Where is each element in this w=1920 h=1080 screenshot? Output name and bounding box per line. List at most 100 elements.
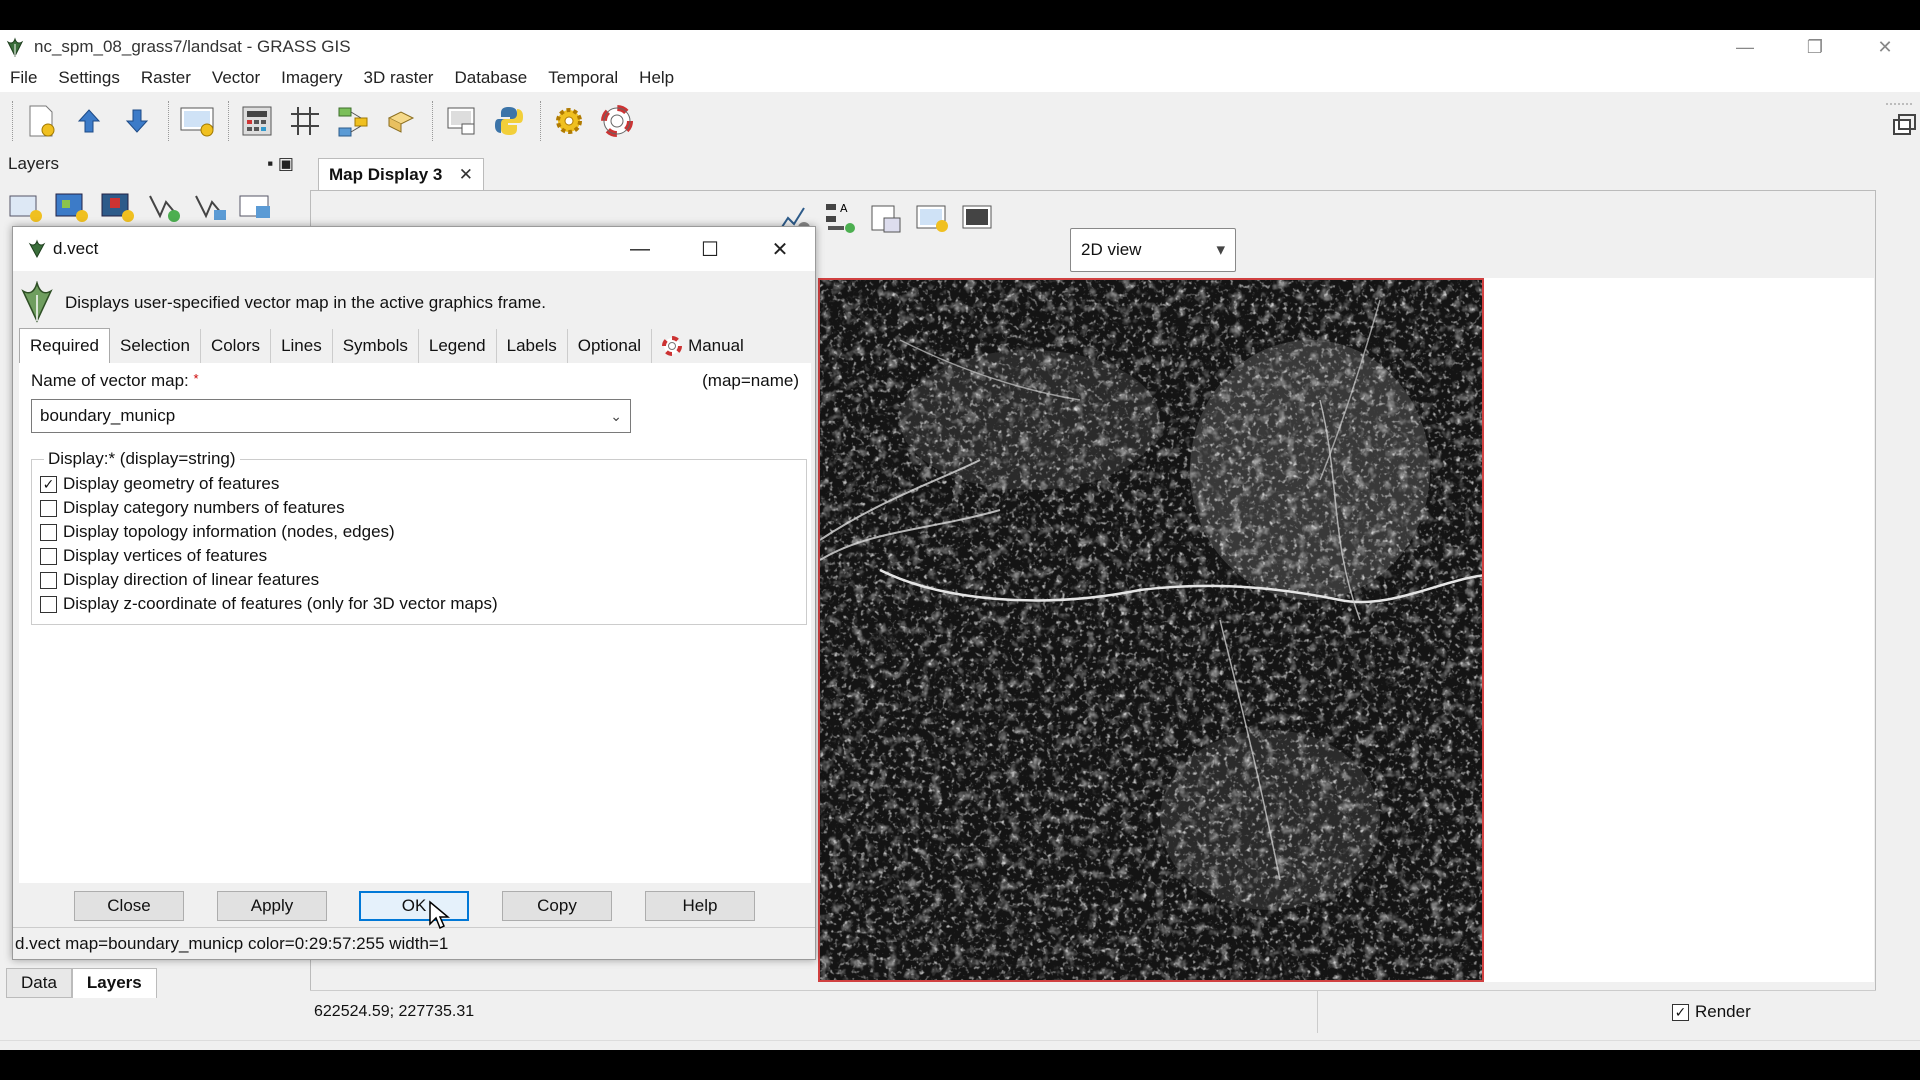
help-lifebuoy-icon [662, 336, 683, 356]
tab-colors[interactable]: Colors [201, 329, 272, 363]
tab-labels[interactable]: Labels [497, 329, 568, 363]
option-direction[interactable]: Display direction of linear features [40, 570, 319, 590]
help-button[interactable]: Help [645, 891, 755, 921]
add-overlay-icon[interactable] [236, 188, 276, 224]
dialog-minimize-button[interactable]: — [605, 227, 675, 271]
tab-manual[interactable]: Manual [652, 329, 754, 363]
georectifier-icon[interactable] [286, 102, 324, 140]
save-workspace-icon[interactable] [118, 102, 156, 140]
minimize-button[interactable]: — [1710, 30, 1780, 64]
tab-data[interactable]: Data [6, 968, 72, 998]
restore-button[interactable]: ❐ [1780, 30, 1850, 64]
mouse-cursor-icon [429, 900, 450, 930]
help-lifebuoy-icon[interactable] [598, 102, 636, 140]
coordinates-readout: 622524.59; 227735.31 [310, 990, 1318, 1033]
dock-restore-icon[interactable] [1880, 94, 1920, 154]
dialog-maximize-button[interactable]: ☐ [675, 227, 745, 271]
save-display-icon[interactable] [868, 200, 906, 236]
apply-button[interactable]: Apply [217, 891, 327, 921]
tab-selection[interactable]: Selection [110, 329, 201, 363]
option-z-coordinate[interactable]: Display z-coordinate of features (only f… [40, 594, 498, 614]
menu-3d-raster[interactable]: 3D raster [364, 68, 434, 88]
tab-lines[interactable]: Lines [271, 329, 333, 363]
map-display-tab-label: Map Display 3 [329, 164, 443, 184]
render-checkbox[interactable]: ✓ [1672, 1003, 1689, 1021]
add-map-layers-icon[interactable] [6, 188, 46, 224]
tab-map-display-3[interactable]: Map Display 3 ✕ [318, 158, 484, 190]
letterbox-bottom [0, 1050, 1920, 1080]
vector-map-combobox[interactable]: boundary_municp ⌄ [31, 399, 631, 433]
menu-vector[interactable]: Vector [212, 68, 260, 88]
option-topology-label: Display topology information (nodes, edg… [63, 522, 395, 541]
add-vector-layer-icon[interactable] [144, 188, 184, 224]
checkbox-z-coordinate[interactable] [40, 595, 57, 613]
dialog-tabs: Required Selection Colors Lines Symbols … [19, 327, 754, 363]
menu-temporal[interactable]: Temporal [548, 68, 618, 88]
view-mode-select[interactable]: 2D view ▾ [1070, 228, 1236, 272]
view-mode-value: 2D view [1081, 240, 1142, 259]
menu-imagery[interactable]: Imagery [281, 68, 342, 88]
map-display-settings-icon[interactable] [960, 200, 998, 236]
toolbar-separator [228, 101, 230, 141]
layers-pane-title: Layers [8, 154, 60, 173]
option-topology[interactable]: Display topology information (nodes, edg… [40, 522, 395, 542]
display-options-group: Display:* (display=string) ✓ Display geo… [31, 449, 807, 625]
raster-calculator-icon[interactable] [238, 102, 276, 140]
tab-required[interactable]: Required [19, 328, 110, 363]
close-tab-icon[interactable]: ✕ [459, 165, 473, 185]
render-toggle[interactable]: ✓ Render [1672, 991, 1751, 1033]
menubar: File Settings Raster Vector Imagery 3D r… [0, 64, 1920, 92]
raster-rendering [820, 280, 1482, 980]
dialog-titlebar: d.vect — ☐ ✕ [13, 227, 815, 271]
print-map-icon[interactable] [914, 200, 952, 236]
settings-gear-icon[interactable] [550, 102, 588, 140]
render-label: Render [1695, 1002, 1751, 1021]
open-workspace-icon[interactable] [70, 102, 108, 140]
checkbox-topology[interactable] [40, 523, 57, 541]
vector-map-value: boundary_municp [40, 406, 176, 425]
option-direction-label: Display direction of linear features [63, 570, 320, 589]
copy-button[interactable]: Copy [502, 891, 612, 921]
option-category-numbers-label: Display category numbers of features [63, 498, 345, 517]
dialog-close-button[interactable]: ✕ [745, 227, 815, 271]
display-options-legend: Display:* (display=string) [44, 449, 240, 469]
add-raster-misc-icon[interactable] [98, 188, 138, 224]
new-map-display-icon[interactable] [178, 102, 216, 140]
add-vector-misc-icon[interactable] [190, 188, 230, 224]
ok-button[interactable]: OK [359, 891, 469, 921]
option-geometry[interactable]: ✓ Display geometry of features [40, 474, 279, 494]
menu-raster[interactable]: Raster [141, 68, 191, 88]
add-raster-layer-icon[interactable] [52, 188, 92, 224]
required-marker: * [193, 371, 199, 386]
window-titlebar: nc_spm_08_grass7/landsat - GRASS GIS — ❐… [0, 30, 1920, 64]
script-editor-icon[interactable] [382, 102, 420, 140]
checkbox-geometry[interactable]: ✓ [40, 475, 57, 493]
pane-pin-icon[interactable]: ▪ ▣ [267, 154, 294, 174]
tab-optional[interactable]: Optional [568, 329, 653, 363]
checkbox-category-numbers[interactable] [40, 499, 57, 517]
tab-symbols[interactable]: Symbols [333, 329, 419, 363]
toolbar-separator [168, 101, 170, 141]
dialog-button-row: Close Apply OK Copy Help [13, 881, 815, 925]
checkbox-vertices[interactable] [40, 547, 57, 565]
checkbox-direction[interactable] [40, 571, 57, 589]
option-category-numbers[interactable]: Display category numbers of features [40, 498, 345, 518]
tab-layers[interactable]: Layers [71, 968, 157, 998]
close-button[interactable]: Close [74, 891, 184, 921]
menu-help[interactable]: Help [639, 68, 674, 88]
close-button[interactable]: ✕ [1850, 30, 1920, 64]
grass-logo-icon [28, 239, 46, 259]
chevron-down-icon[interactable]: ⌄ [610, 408, 622, 425]
python-shell-icon[interactable] [490, 102, 528, 140]
window-title: nc_spm_08_grass7/landsat - GRASS GIS [34, 37, 351, 56]
new-workspace-icon[interactable] [22, 102, 60, 140]
menu-settings[interactable]: Settings [58, 68, 119, 88]
menu-database[interactable]: Database [454, 68, 527, 88]
option-vertices[interactable]: Display vertices of features [40, 546, 267, 566]
tab-legend[interactable]: Legend [419, 329, 497, 363]
graphical-modeler-icon[interactable] [334, 102, 372, 140]
map-decorations-icon[interactable]: A [822, 200, 860, 236]
command-preview: d.vect map=boundary_municp color=0:29:57… [13, 927, 815, 959]
layer-manager-output-icon[interactable] [442, 102, 480, 140]
menu-file[interactable]: File [10, 68, 37, 88]
